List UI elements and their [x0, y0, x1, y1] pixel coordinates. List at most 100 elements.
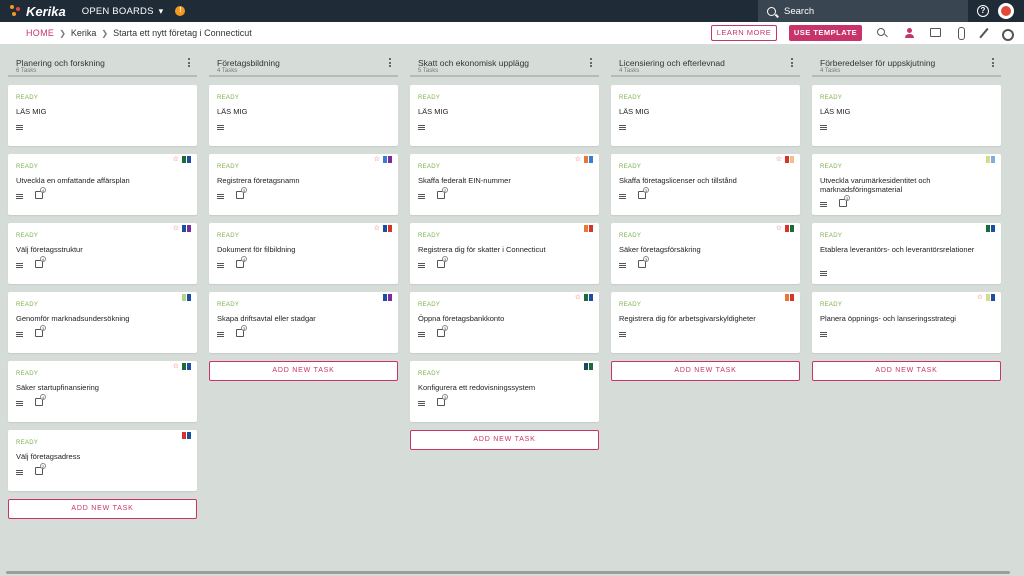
search-input[interactable]: Search — [758, 0, 968, 22]
task-status: READY — [820, 233, 843, 239]
description-icon — [16, 263, 23, 268]
tag-flag-icon — [589, 294, 593, 301]
task-card[interactable]: READY Utveckla en omfattande affärsplan 4 ☆ — [8, 154, 197, 215]
column-title[interactable]: Skatt och ekonomisk upplägg — [418, 58, 529, 68]
board-column: Förberedelser för uppskjutning 4 Tasks REA… — [812, 52, 1001, 381]
gear-icon[interactable] — [1000, 27, 1014, 41]
learn-more-button[interactable]: LEARN MORE — [711, 25, 777, 41]
description-icon — [820, 271, 827, 276]
add-new-task-button[interactable]: ADD NEW TASK — [8, 499, 197, 519]
task-status: READY — [820, 302, 843, 308]
task-card[interactable]: READY Registrera dig för skatter i Connec… — [410, 223, 599, 284]
tag-flag-icon — [790, 156, 794, 163]
add-new-task-button[interactable]: ADD NEW TASK — [410, 430, 599, 450]
kebab-menu-icon[interactable] — [188, 58, 191, 68]
chat-icon[interactable] — [929, 27, 941, 39]
use-template-button[interactable]: USE TEMPLATE — [789, 25, 862, 41]
task-title: Konfigurera ett redovisningssystem — [418, 383, 536, 392]
kebab-menu-icon[interactable] — [590, 58, 593, 68]
task-card[interactable]: READY Skapa driftsavtal eller stadgar 3 — [209, 292, 398, 353]
kerika-logo[interactable]: Kerika — [10, 4, 66, 19]
help-icon[interactable]: ? — [977, 5, 989, 17]
avatar[interactable] — [998, 3, 1014, 19]
attachment-icon[interactable] — [955, 27, 967, 40]
horizontal-scrollbar[interactable] — [6, 571, 1010, 574]
task-card[interactable]: READY LÄS MIG — [8, 85, 197, 146]
task-card[interactable]: READY Säker startupfinansiering 4 ☆ — [8, 361, 197, 422]
add-new-task-button[interactable]: ADD NEW TASK — [611, 361, 800, 381]
task-card[interactable]: READY LÄS MIG — [209, 85, 398, 146]
task-card[interactable]: READY Säker företagsförsäkring 3 ☆ — [611, 223, 800, 284]
task-card[interactable]: READY Välj företagsadress 2 — [8, 430, 197, 491]
star-icon: ☆ — [373, 156, 380, 163]
task-card[interactable]: READY LÄS MIG — [611, 85, 800, 146]
task-card[interactable]: READY Konfigurera ett redovisningssystem 3 — [410, 361, 599, 422]
task-status: READY — [820, 164, 843, 170]
task-card[interactable]: READY Etablera leverantörs- och leverantö… — [812, 223, 1001, 284]
description-icon — [418, 125, 425, 130]
kebab-menu-icon[interactable] — [791, 58, 794, 68]
description-icon — [217, 263, 224, 268]
card-tags: ☆ — [374, 156, 392, 163]
tag-flag-icon — [986, 225, 990, 232]
board-column: Skatt och ekonomisk upplägg 5 Tasks READY L… — [410, 52, 599, 450]
board-column: Företagsbildning 4 Tasks READY LÄS MIG READY… — [209, 52, 398, 381]
task-card[interactable]: READY Utveckla varumärkesidentitet och ma… — [812, 154, 1001, 215]
checklist-count: 4 — [40, 187, 46, 193]
task-card[interactable]: READY LÄS MIG — [410, 85, 599, 146]
column-title[interactable]: Förberedelser för uppskjutning — [820, 58, 935, 68]
tag-flag-icon — [584, 294, 588, 301]
tag-flag-icon — [182, 432, 186, 439]
notification-badge[interactable]: ! — [175, 6, 186, 16]
task-card[interactable]: READY Skaffa federalt EIN-nummer 2 ☆ — [410, 154, 599, 215]
card-tags: ☆ — [977, 294, 995, 301]
column-title[interactable]: Licensiering och efterlevnad — [619, 58, 725, 68]
task-card[interactable]: READY Genomför marknadsundersökning 3 — [8, 292, 197, 353]
tag-flag-icon — [388, 294, 392, 301]
column-title[interactable]: Planering och forskning — [16, 58, 105, 68]
kebab-menu-icon[interactable] — [992, 58, 995, 68]
tag-flag-icon — [187, 294, 191, 301]
add-new-task-button[interactable]: ADD NEW TASK — [812, 361, 1001, 381]
breadcrumb-board: Starta ett nytt företag i Connecticut — [113, 28, 252, 38]
task-card[interactable]: READY Dokument för filbildning 4 ☆ — [209, 223, 398, 284]
task-card[interactable]: READY Planera öppnings- och lanseringsstr… — [812, 292, 1001, 353]
tag-flag-icon — [790, 225, 794, 232]
add-user-icon[interactable] — [903, 27, 915, 39]
board-search-icon[interactable] — [876, 27, 888, 39]
open-boards-menu[interactable]: OPEN BOARDS ▾ — [82, 6, 164, 17]
checklist-count: 2 — [40, 463, 46, 469]
task-card[interactable]: READY Registrera dig för arbetsgivarskyld… — [611, 292, 800, 353]
column-title[interactable]: Företagsbildning — [217, 58, 280, 68]
task-status: READY — [217, 302, 240, 308]
task-card[interactable]: READY LÄS MIG — [812, 85, 1001, 146]
task-card[interactable]: READY Registrera företagsnamn 3 ☆ — [209, 154, 398, 215]
tag-flag-icon — [785, 156, 789, 163]
description-icon — [16, 125, 23, 130]
tag-flag-icon — [986, 156, 990, 163]
star-icon: ☆ — [574, 156, 581, 163]
task-card[interactable]: READY Skaffa företagslicenser och tillstå… — [611, 154, 800, 215]
tag-flag-icon — [584, 363, 588, 370]
task-status: READY — [619, 302, 642, 308]
task-title: LÄS MIG — [820, 107, 851, 116]
card-tags — [182, 294, 191, 301]
kebab-menu-icon[interactable] — [389, 58, 392, 68]
task-status: READY — [16, 164, 39, 170]
breadcrumb-home[interactable]: HOME — [26, 28, 54, 38]
description-icon — [619, 194, 626, 199]
card-tags: ☆ — [575, 156, 593, 163]
board-column: Planering och forskning 6 Tasks READY LÄS M… — [8, 52, 197, 519]
magic-wand-icon[interactable] — [978, 27, 990, 39]
task-card[interactable]: READY Öppna företagsbankkonto 3 ☆ — [410, 292, 599, 353]
star-icon: ☆ — [172, 363, 179, 370]
card-tags — [986, 156, 995, 163]
card-tags: ☆ — [173, 225, 191, 232]
tag-flag-icon — [589, 225, 593, 232]
add-new-task-button[interactable]: ADD NEW TASK — [209, 361, 398, 381]
breadcrumb-kerika[interactable]: Kerika — [71, 28, 97, 38]
task-title: LÄS MIG — [217, 107, 248, 116]
tag-flag-icon — [388, 156, 392, 163]
task-card[interactable]: READY Välj företagsstruktur 4 ☆ — [8, 223, 197, 284]
chevron-right-icon: ❯ — [101, 28, 109, 38]
